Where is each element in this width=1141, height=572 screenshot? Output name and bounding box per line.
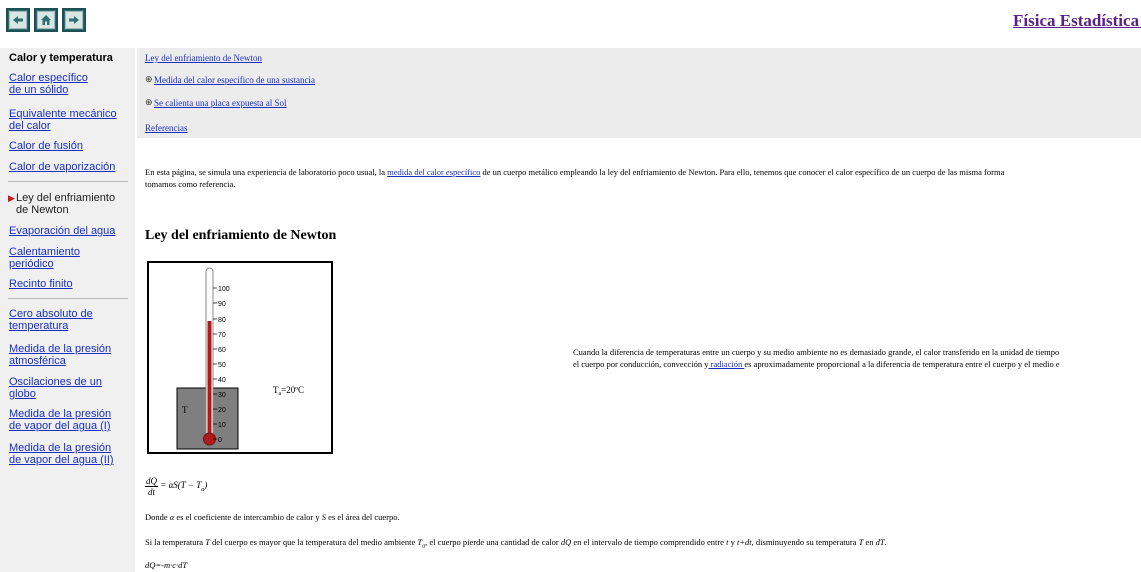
anchor-link-ley-enfriamiento[interactable]: Ley del enfriamiento de Newton	[145, 53, 262, 63]
radiacion-link[interactable]: radiación	[708, 359, 744, 369]
anchor-link-placa-sol[interactable]: Se calienta una placa expuesta al Sol	[154, 98, 286, 108]
tick-label: 40	[218, 377, 226, 384]
sidebar-divider	[8, 298, 128, 299]
sidebar-item-presion-vapor-1[interactable]: Medida de la presión de vapor del agua (I…	[9, 408, 134, 432]
sidebar-item-calor-especifico[interactable]: Calor específico de un sólido	[9, 72, 134, 96]
sidebar-title: Calor y temperatura	[9, 52, 113, 64]
sidebar-item-oscilaciones-globo[interactable]: Oscilaciones de un globo	[9, 376, 134, 400]
intro-text: tomamos como referencia.	[145, 179, 236, 189]
nav-buttons	[6, 8, 86, 32]
tick-label: 30	[218, 392, 226, 399]
sidebar-item-presion-vapor-2[interactable]: Medida de la presión de vapor del agua (I…	[9, 442, 134, 466]
intro-text: de un cuerpo metálico empleando la ley d…	[480, 167, 1005, 177]
tick-label: 90	[218, 301, 226, 308]
home-icon	[41, 15, 51, 25]
ambient-temperature-label: Ta=20ºC	[273, 385, 304, 397]
tick-label: 10	[218, 422, 226, 429]
thermometer-diagram: 100 90 80 70 60 50 40 30 20 10 0 T Ta=20…	[176, 267, 304, 450]
thermometer-figure: 100 90 80 70 60 50 40 30 20 10 0 T Ta=20…	[147, 261, 333, 454]
tick-label: 70	[218, 332, 226, 339]
left-arrow-icon	[13, 16, 23, 24]
sidebar-item-cero-absoluto[interactable]: Cero absoluto de temperatura	[9, 308, 134, 332]
sidebar-divider	[8, 181, 128, 182]
sidebar-item-calor-fusion[interactable]: Calor de fusión	[9, 140, 134, 152]
home-button[interactable]	[34, 8, 58, 32]
right-arrow-icon	[69, 16, 79, 24]
applet-icon: ⊕	[145, 74, 153, 84]
page-contents-box: Ley del enfriamiento de Newton ⊕ Medida …	[137, 48, 1141, 138]
calor-especifico-link[interactable]: medida del calor específico	[387, 167, 480, 177]
tick-label: 80	[218, 317, 226, 324]
newton-cooling-formula: dQ dt = αS(T − Ta)	[145, 476, 208, 497]
tick-label: 0	[218, 437, 222, 444]
tick-label: 20	[218, 407, 226, 414]
sidebar-item-presion-atmosferica[interactable]: Medida de la presión atmosférica	[9, 343, 134, 367]
anchor-link-referencias[interactable]: Referencias	[145, 123, 187, 133]
sidebar: Calor y temperatura Calor específico de u…	[0, 48, 135, 572]
section-title: Ley del enfriamiento de Newton	[145, 228, 337, 243]
newton-law-description: Cuando la diferencia de temperaturas ent…	[573, 347, 1060, 369]
anchor-link-medida-calor[interactable]: Medida del calor específico de una susta…	[154, 75, 315, 85]
body-temperature-label: T	[182, 405, 188, 415]
sidebar-item-calor-vaporizacion[interactable]: Calor de vaporización	[9, 161, 134, 173]
tick-label: 100	[218, 286, 230, 293]
paragraph-coefficients: Donde α es el coeficiente de intercambio…	[145, 512, 400, 522]
sidebar-item-ley-enfriamiento-current: ▶ Ley del enfriamiento de Newton	[8, 192, 116, 216]
intro-text: En esta página, se simula una experienci…	[145, 167, 388, 177]
paragraph-heat-loss: Si la temperatura T del cuerpo es mayor …	[145, 537, 887, 550]
applet-icon: ⊕	[145, 97, 153, 107]
back-button[interactable]	[6, 8, 30, 32]
sidebar-item-equivalente-mecanico[interactable]: Equivalente mecánico del calor	[9, 108, 134, 132]
site-title-link[interactable]: Física Estadística y T	[1013, 11, 1141, 31]
heat-equation: dQ=-m·c·dT	[145, 560, 188, 570]
tick-label: 50	[218, 362, 226, 369]
sidebar-item-recinto-finito[interactable]: Recinto finito	[9, 278, 134, 290]
mercury-column	[207, 321, 212, 436]
sidebar-item-calentamiento[interactable]: Calentamiento periódico	[9, 246, 134, 270]
intro-paragraph: En esta página, se simula una experienci…	[145, 166, 1135, 190]
sidebar-item-evaporacion[interactable]: Evaporación del agua	[9, 225, 134, 237]
current-page-arrow-icon: ▶	[8, 193, 15, 203]
forward-button[interactable]	[62, 8, 86, 32]
tick-label: 60	[218, 347, 226, 354]
